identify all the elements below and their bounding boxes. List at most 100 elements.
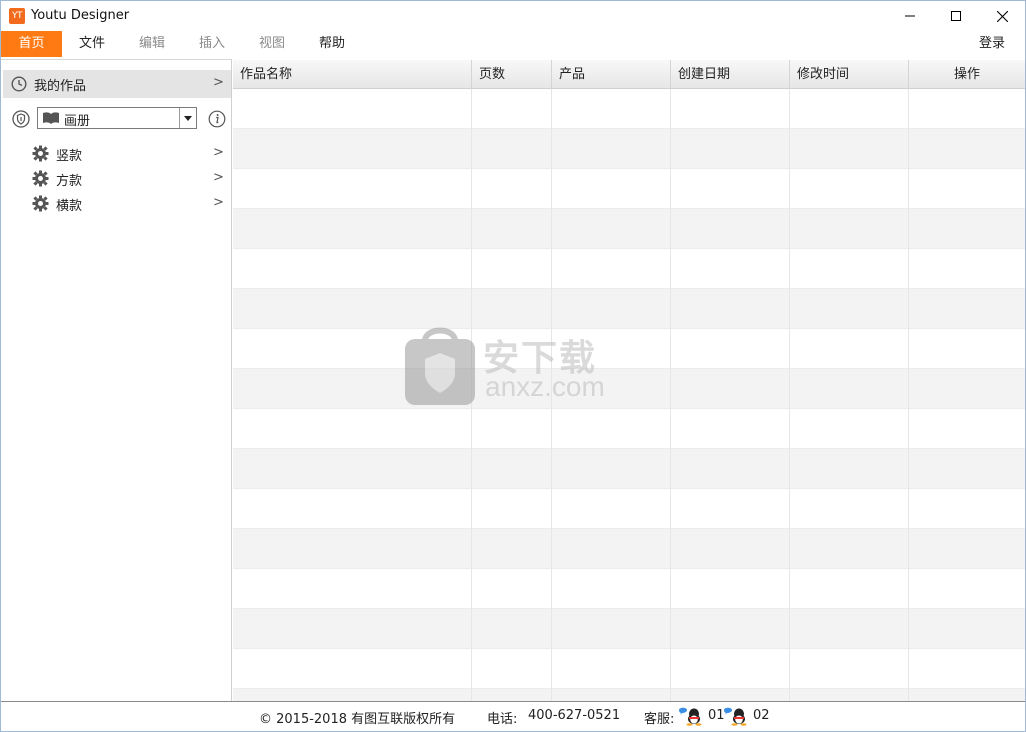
table-cell xyxy=(671,209,790,249)
qq-icon[interactable] xyxy=(678,706,704,726)
title-bar[interactable]: YT Youtu Designer xyxy=(1,1,1025,31)
table-cell xyxy=(552,169,671,209)
menu-home[interactable]: 首页 xyxy=(1,31,62,57)
minimize-button[interactable] xyxy=(887,1,933,31)
table-cell xyxy=(552,89,671,129)
table-cell xyxy=(790,529,909,569)
table-cell xyxy=(472,169,552,209)
menu-help[interactable]: 帮助 xyxy=(303,31,361,57)
sidebar-item-my-works[interactable]: 我的作品 > xyxy=(3,70,231,98)
menu-edit[interactable]: 编辑 xyxy=(123,31,181,57)
sidebar-item-label: 横款 xyxy=(56,199,83,214)
table-cell xyxy=(233,249,472,289)
table-cell xyxy=(472,609,552,649)
sidebar: 我的作品 > 画册 竖款 > 方款 > 横款 > xyxy=(1,59,232,701)
table-cell xyxy=(671,449,790,489)
menu-insert[interactable]: 插入 xyxy=(183,31,241,57)
column-header-product[interactable]: 产品 xyxy=(552,60,671,89)
table-cell xyxy=(671,169,790,209)
table-cell xyxy=(472,649,552,689)
info-icon[interactable] xyxy=(208,110,226,128)
phone-label: 电话: xyxy=(487,712,518,727)
table-cell xyxy=(472,249,552,289)
customer-service-label: 客服: xyxy=(644,712,675,727)
table-cell xyxy=(909,409,1025,449)
table-cell xyxy=(472,449,552,489)
login-button[interactable]: 登录 xyxy=(961,31,1023,57)
menu-view[interactable]: 视图 xyxy=(243,31,301,57)
product-type-select[interactable]: 画册 xyxy=(37,107,197,129)
copyright-text: © 2015-2018 有图互联版权所有 xyxy=(259,712,456,727)
table-cell xyxy=(671,289,790,329)
table-cell xyxy=(790,289,909,329)
table-cell xyxy=(552,249,671,289)
table-cell xyxy=(552,649,671,689)
dropdown-arrow-icon[interactable] xyxy=(179,108,196,128)
table-cell xyxy=(233,169,472,209)
chevron-right-icon: > xyxy=(213,195,224,210)
table-cell xyxy=(671,689,790,701)
table-cell xyxy=(790,649,909,689)
table-cell xyxy=(233,89,472,129)
table-cell xyxy=(472,89,552,129)
table-cell xyxy=(552,409,671,449)
table-cell xyxy=(671,569,790,609)
table-row xyxy=(233,89,1025,129)
table-cell xyxy=(552,609,671,649)
sidebar-item-label: 方款 xyxy=(56,174,83,189)
table-cell xyxy=(472,209,552,249)
close-button[interactable] xyxy=(979,1,1025,31)
table-cell xyxy=(790,129,909,169)
table-row xyxy=(233,169,1025,209)
gear-icon xyxy=(32,195,49,212)
watermark: 安下载 anxz.com xyxy=(405,323,635,411)
table-cell xyxy=(552,489,671,529)
table-cell xyxy=(233,409,472,449)
table-row xyxy=(233,569,1025,609)
menu-bar: 首页 文件 编辑 插入 视图 帮助 登录 xyxy=(1,31,1025,59)
table-cell xyxy=(790,689,909,701)
sidebar-item-landscape[interactable]: 横款 > xyxy=(1,192,231,216)
table-cell xyxy=(909,249,1025,289)
watermark-shield-icon xyxy=(405,327,475,405)
table-cell xyxy=(552,689,671,701)
status-bar: © 2015-2018 有图互联版权所有 电话: 400-627-0521 客服… xyxy=(1,701,1025,731)
table-cell xyxy=(671,369,790,409)
column-header-pages[interactable]: 页数 xyxy=(472,60,552,89)
minimize-icon xyxy=(905,15,915,17)
column-header-actions[interactable]: 操作 xyxy=(909,60,1025,89)
table-cell xyxy=(909,209,1025,249)
sidebar-item-portrait[interactable]: 竖款 > xyxy=(1,142,231,166)
table-cell xyxy=(909,89,1025,129)
chevron-right-icon: > xyxy=(213,75,224,90)
window-title: Youtu Designer xyxy=(31,8,130,23)
column-header-created[interactable]: 创建日期 xyxy=(671,60,790,89)
close-icon xyxy=(996,10,1008,22)
app-window: YT Youtu Designer 首页 文件 编辑 插入 视图 帮助 登录 我… xyxy=(0,0,1026,732)
table-cell xyxy=(671,89,790,129)
table-cell xyxy=(233,529,472,569)
column-header-name[interactable]: 作品名称 xyxy=(233,60,472,89)
maximize-button[interactable] xyxy=(933,1,979,31)
table-cell xyxy=(909,289,1025,329)
table-cell xyxy=(909,489,1025,529)
shield-icon xyxy=(12,110,30,128)
type-selector-row: 画册 xyxy=(1,106,231,132)
column-header-modified[interactable]: 修改时间 xyxy=(790,60,909,89)
table-cell xyxy=(671,489,790,529)
table-cell xyxy=(552,449,671,489)
table-cell xyxy=(472,689,552,701)
table-cell xyxy=(909,329,1025,369)
qq-2-label[interactable]: 02 xyxy=(753,708,770,723)
table-cell xyxy=(790,569,909,609)
table-row xyxy=(233,609,1025,649)
table-cell xyxy=(790,609,909,649)
chevron-right-icon: > xyxy=(213,145,224,160)
table-cell xyxy=(909,169,1025,209)
table-row xyxy=(233,529,1025,569)
table-row xyxy=(233,689,1025,701)
menu-file[interactable]: 文件 xyxy=(63,31,121,57)
qq-icon[interactable] xyxy=(723,706,749,726)
sidebar-item-square[interactable]: 方款 > xyxy=(1,167,231,191)
table-cell xyxy=(671,529,790,569)
